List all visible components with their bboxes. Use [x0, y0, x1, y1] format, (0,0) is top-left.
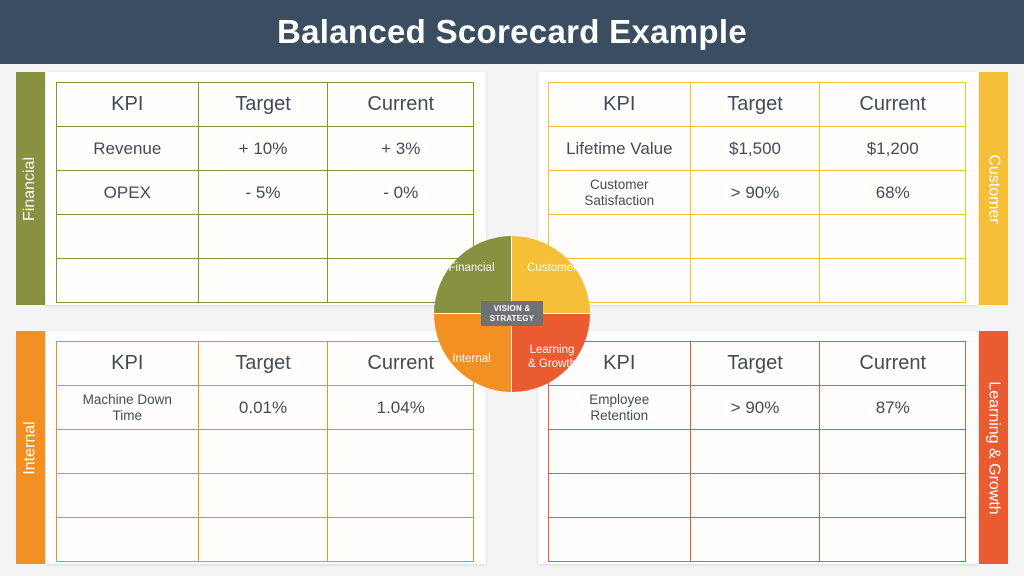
tab-financial-label: Financial [21, 156, 39, 221]
cell-target [689, 473, 821, 518]
tab-financial[interactable]: Financial [16, 72, 45, 305]
learning-growth-table: KPI Target Current Employee Retention > 90% 87… [548, 341, 966, 562]
cell-current [819, 429, 966, 474]
cell-current: $1,200 [819, 126, 966, 171]
table-row: Employee Retention > 90% 87% [548, 385, 966, 430]
cell-current [819, 473, 966, 518]
table-row [548, 429, 966, 474]
wheel-segment-customer-label: Customer [527, 261, 577, 274]
cell-current [327, 473, 474, 518]
cell-current [819, 214, 966, 259]
cell-kpi: Revenue [56, 126, 199, 171]
table-row: Machine Down Time 0.01% 1.04% [56, 385, 474, 430]
cell-target [689, 214, 821, 259]
cell-target [197, 214, 329, 259]
vision-strategy-badge: VISION & STRATEGY [481, 301, 543, 326]
table-row [56, 517, 474, 562]
cell-target [689, 429, 821, 474]
page-header: Balanced Scorecard Example [0, 0, 1024, 64]
table-row [56, 214, 474, 259]
financial-table: KPI Target Current Revenue + 10% + 3% OPEX - 5%… [56, 82, 474, 303]
table-header-row: KPI Target Current [548, 341, 966, 386]
cell-target: $1,500 [689, 126, 821, 171]
vision-line-2: STRATEGY [489, 313, 535, 323]
cell-kpi [56, 517, 199, 562]
cell-target: 0.01% [197, 385, 329, 430]
cell-current [327, 429, 474, 474]
internal-table: KPI Target Current Machine Down Time 0.01% 1.0… [56, 341, 474, 562]
cell-target: + 10% [197, 126, 329, 171]
cell-kpi [548, 473, 691, 518]
vision-line-1: VISION & [493, 303, 531, 313]
cell-kpi: OPEX [56, 170, 199, 215]
column-header-target: Target [197, 82, 329, 127]
cell-target [197, 258, 329, 303]
cell-current [327, 517, 474, 562]
cell-kpi: Lifetime Value [548, 126, 691, 171]
table-row [548, 258, 966, 303]
table-row [56, 258, 474, 303]
column-header-target: Target [689, 341, 821, 386]
column-header-kpi: KPI [56, 82, 199, 127]
column-header-kpi: KPI [548, 82, 691, 127]
cell-target [197, 517, 329, 562]
tab-learning-growth-label: Learning & Growth [985, 380, 1003, 515]
table-row [56, 473, 474, 518]
table-row: OPEX - 5% - 0% [56, 170, 474, 215]
cell-current [819, 517, 966, 562]
cell-current: + 3% [327, 126, 474, 171]
cell-kpi: Customer Satisfaction [548, 170, 691, 215]
table-row: Customer Satisfaction > 90% 68% [548, 170, 966, 215]
cell-target [689, 517, 821, 562]
column-header-kpi: KPI [56, 341, 199, 386]
cell-target: > 90% [689, 170, 821, 215]
wheel-segment-learning-growth-label: Learning & Growth [528, 344, 576, 370]
cell-target [689, 258, 821, 303]
cell-kpi [56, 258, 199, 303]
customer-table: KPI Target Current Lifetime Value $1,500 $1,2… [548, 82, 966, 303]
table-row [548, 517, 966, 562]
cell-kpi [548, 517, 691, 562]
column-header-current: Current [327, 82, 474, 127]
table-row [548, 214, 966, 259]
table-header-row: KPI Target Current [56, 341, 474, 386]
table-header-row: KPI Target Current [56, 82, 474, 127]
cell-current: 87% [819, 385, 966, 430]
cell-current: 1.04% [327, 385, 474, 430]
wheel-segment-financial-label: Financial [448, 261, 495, 274]
cell-kpi [56, 473, 199, 518]
column-header-target: Target [689, 82, 821, 127]
tab-customer[interactable]: Customer [979, 72, 1008, 305]
cell-kpi [56, 214, 199, 259]
cell-kpi: Employee Retention [548, 385, 691, 430]
page-title: Balanced Scorecard Example [276, 13, 748, 50]
cell-current: - 0% [327, 170, 474, 215]
table-header-row: KPI Target Current [548, 82, 966, 127]
cell-kpi [56, 429, 199, 474]
table-row [56, 429, 474, 474]
cell-kpi [548, 429, 691, 474]
cell-current [819, 258, 966, 303]
table-row: Lifetime Value $1,500 $1,200 [548, 126, 966, 171]
cell-target: > 90% [689, 385, 821, 430]
cell-current: 68% [819, 170, 966, 215]
column-header-current: Current [819, 82, 966, 127]
tab-internal-label: Internal [21, 420, 39, 475]
tab-customer-label: Customer [985, 153, 1003, 224]
column-header-current: Current [819, 341, 966, 386]
tab-learning-growth[interactable]: Learning & Growth [979, 331, 1008, 564]
cell-kpi: Machine Down Time [56, 385, 199, 430]
cell-target [197, 473, 329, 518]
tab-internal[interactable]: Internal [16, 331, 45, 564]
column-header-target: Target [197, 341, 329, 386]
table-row: Revenue + 10% + 3% [56, 126, 474, 171]
cell-target: - 5% [197, 170, 329, 215]
cell-target [197, 429, 329, 474]
table-row [548, 473, 966, 518]
wheel-segment-internal-label: Internal [452, 353, 491, 366]
